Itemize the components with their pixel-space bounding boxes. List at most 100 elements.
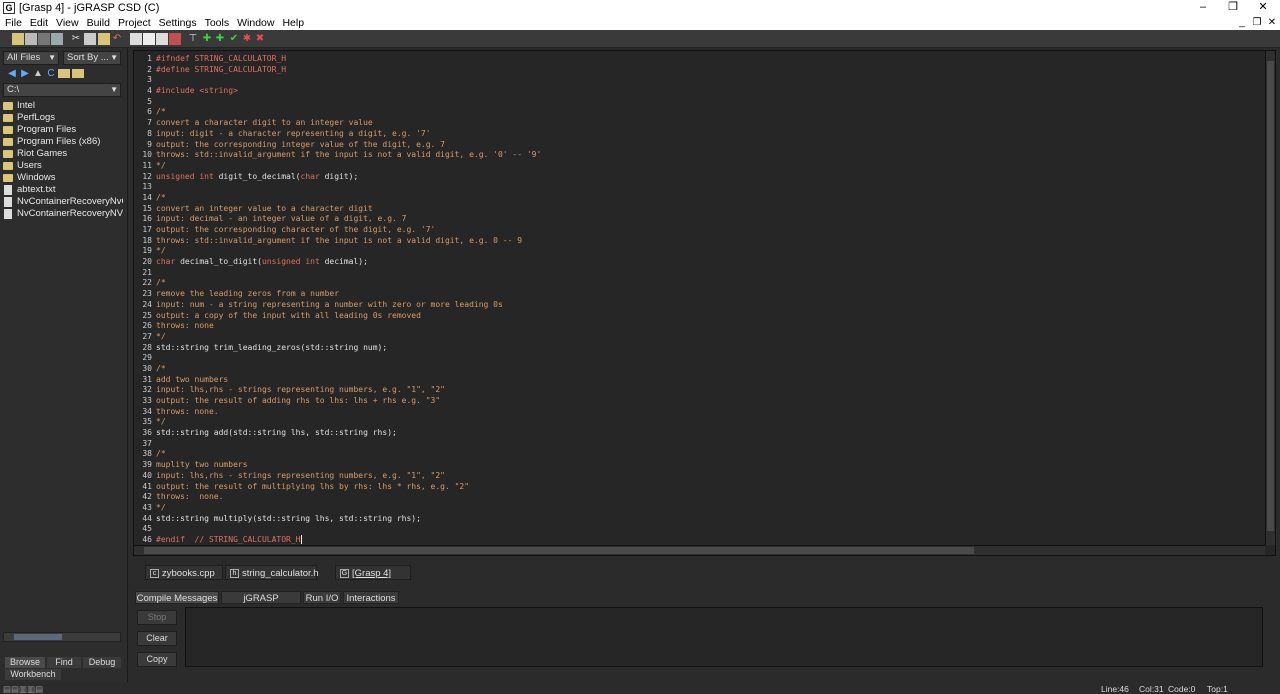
file-list-item[interactable]: NvContainerRecoveryNVDispla [3, 208, 123, 220]
code-line[interactable]: /* [156, 364, 541, 375]
code-line[interactable]: #include <string> [156, 86, 541, 97]
code-line[interactable]: remove the leading zeros from a number [156, 289, 541, 300]
code-line[interactable]: output: the result of adding rhs to lhs:… [156, 396, 541, 407]
code-line[interactable]: input: decimal - an integer value of a d… [156, 214, 541, 225]
code-line[interactable] [156, 97, 541, 108]
tab-find[interactable]: Find [47, 657, 81, 668]
up-folder-icon[interactable]: ▲ [32, 68, 44, 80]
compile-icon[interactable]: ✚ [201, 33, 213, 45]
doc-tab-zybooks[interactable]: c zybooks.cpp [145, 565, 223, 580]
clear-button[interactable]: Clear [137, 631, 177, 646]
code-line[interactable]: throws: std::invalid_argument if the inp… [156, 236, 541, 247]
restore-button[interactable]: ❐ [1218, 0, 1248, 16]
menu-tools[interactable]: Tools [201, 17, 234, 29]
save-icon[interactable] [25, 33, 37, 45]
file-list-item[interactable]: PerfLogs [3, 112, 123, 124]
stop-icon[interactable]: ✖ [254, 33, 266, 45]
file-list-item[interactable]: Intel [3, 100, 123, 112]
code-line[interactable]: unsigned int digit_to_decimal(char digit… [156, 172, 541, 183]
code-editor[interactable]: 1 2 3 4 5 6 7 8 9 10 11 12 13 14 15 16 17 18 19 20 21 22 23 24 2… [133, 50, 1276, 556]
tab-run-io[interactable]: Run I/O [303, 591, 341, 604]
file-list-item[interactable]: Riot Games [3, 148, 123, 160]
paste-icon[interactable] [98, 33, 110, 45]
message-output-area[interactable] [185, 607, 1263, 667]
fold-icon[interactable]: ⊤ [187, 33, 199, 45]
mdi-close-icon[interactable]: ✕ [1265, 16, 1279, 30]
code-line[interactable]: #define STRING_CALCULATOR_H [156, 65, 541, 76]
code-line[interactable]: convert a character digit to an integer … [156, 118, 541, 129]
code-line[interactable]: output: the corresponding character of t… [156, 225, 541, 236]
doc-tab-string-calculator[interactable]: h string_calculator.h [225, 565, 319, 580]
code-line[interactable]: /* [156, 449, 541, 460]
menu-file[interactable]: File [1, 17, 26, 29]
tab-interactions[interactable]: Interactions [343, 591, 399, 604]
check-icon[interactable]: ✔ [228, 33, 240, 45]
sort-combo[interactable]: Sort By ... ▼ [63, 51, 121, 65]
code-text[interactable]: #ifndef STRING_CALCULATOR_H #define STRIN… [156, 54, 541, 546]
forward-icon[interactable]: ▶ [19, 68, 31, 80]
code-line[interactable]: */ [156, 246, 541, 257]
code-line[interactable]: input: lhs,rhs - strings representing nu… [156, 471, 541, 482]
code-line[interactable]: output: a copy of the input with all lea… [156, 311, 541, 322]
code-line[interactable]: add two numbers [156, 375, 541, 386]
code-line[interactable]: */ [156, 332, 541, 343]
code-line[interactable]: */ [156, 161, 541, 172]
code-line[interactable]: std::string multiply(std::string lhs, st… [156, 514, 541, 525]
code-line[interactable] [156, 268, 541, 279]
file-list-item[interactable]: abtext.txt [3, 184, 123, 196]
cut-icon[interactable]: ✂ [70, 33, 82, 45]
code-line[interactable]: std::string trim_leading_zeros(std::stri… [156, 343, 541, 354]
code-line[interactable]: throws: none. [156, 407, 541, 418]
code-line[interactable]: throws: std::invalid_argument if the inp… [156, 150, 541, 161]
undo-icon[interactable]: ↶ [111, 33, 123, 45]
menu-window[interactable]: Window [233, 17, 278, 29]
code-line[interactable]: output: the corresponding integer value … [156, 140, 541, 151]
run-icon[interactable]: ✚ [214, 33, 226, 45]
code-line[interactable]: throws: none [156, 321, 541, 332]
code-line[interactable]: convert an integer value to a character … [156, 204, 541, 215]
editor-vertical-scrollbar[interactable] [1265, 51, 1275, 545]
menu-settings[interactable]: Settings [155, 17, 201, 29]
code-line[interactable] [156, 182, 541, 193]
new-file-icon[interactable] [12, 33, 24, 45]
copy-button[interactable]: Copy [137, 652, 177, 667]
code-line[interactable]: */ [156, 417, 541, 428]
file-list-item[interactable]: Program Files (x86) [3, 136, 123, 148]
back-icon[interactable]: ◀ [6, 68, 18, 80]
code-line[interactable]: char decimal_to_digit(unsigned int decim… [156, 257, 541, 268]
editor-horizontal-scrollbar[interactable] [134, 545, 1265, 555]
copy-icon[interactable] [84, 33, 96, 45]
tab-browse[interactable]: Browse [5, 657, 45, 668]
menu-view[interactable]: View [52, 17, 83, 29]
tab-jgrasp-messages[interactable]: jGRASP Messages [221, 591, 301, 617]
number-lines-icon[interactable] [156, 33, 168, 45]
menu-help[interactable]: Help [278, 17, 308, 29]
mdi-minimize-icon[interactable]: _ [1235, 16, 1249, 30]
generate-csd-icon[interactable] [130, 33, 142, 45]
minimize-button[interactable]: – [1188, 0, 1218, 16]
code-line[interactable]: */ [156, 503, 541, 514]
tab-workbench[interactable]: Workbench [5, 669, 61, 680]
bookmark-icon[interactable] [169, 33, 181, 45]
file-list-item[interactable]: NvContainerRecoveryNvContai [3, 196, 123, 208]
code-line[interactable]: throws: none. [156, 492, 541, 503]
menu-project[interactable]: Project [114, 17, 155, 29]
code-line[interactable] [156, 524, 541, 535]
code-line[interactable] [156, 75, 541, 86]
code-line[interactable] [156, 353, 541, 364]
tab-compile-messages[interactable]: Compile Messages [135, 591, 219, 604]
filter-combo[interactable]: All Files ▼ [3, 51, 59, 65]
menu-edit[interactable]: Edit [26, 17, 52, 29]
code-line[interactable]: muplity two numbers [156, 460, 541, 471]
code-line[interactable]: std::string add(std::string lhs, std::st… [156, 428, 541, 439]
code-line[interactable]: /* [156, 193, 541, 204]
file-list-item[interactable]: Users [3, 160, 123, 172]
code-line[interactable]: input: digit - a character representing … [156, 129, 541, 140]
print-icon[interactable] [51, 33, 63, 45]
doc-tab-grasp4[interactable]: G [Grasp 4] [335, 565, 411, 580]
code-line[interactable]: input: lhs,rhs - strings representing nu… [156, 385, 541, 396]
code-line[interactable]: output: the result of multiplying lhs by… [156, 482, 541, 493]
save-all-icon[interactable] [38, 33, 50, 45]
tab-debug[interactable]: Debug [83, 657, 121, 668]
refresh-icon[interactable]: C [45, 68, 57, 80]
